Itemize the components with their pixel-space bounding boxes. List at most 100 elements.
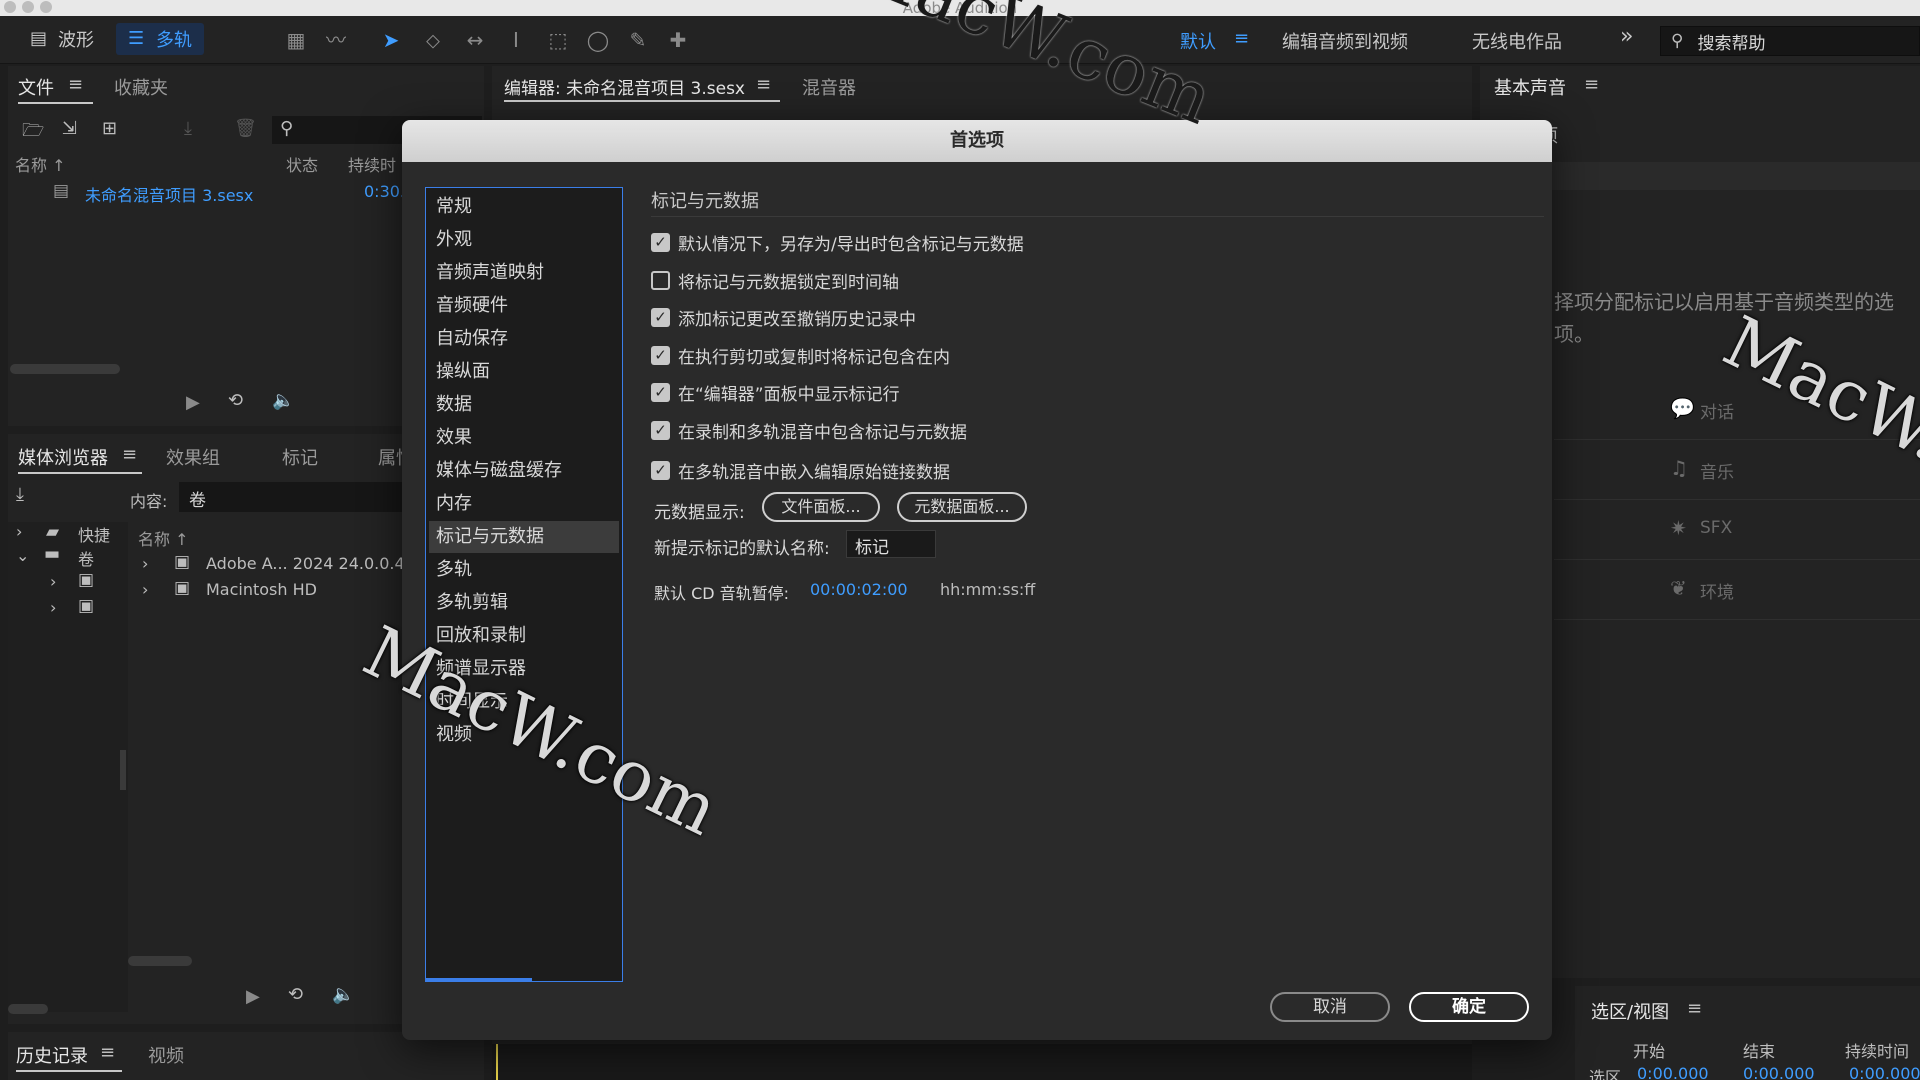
- selection-end-value[interactable]: 0:00.000: [1743, 1064, 1815, 1080]
- selection-duration-value[interactable]: 0:00.000: [1849, 1064, 1920, 1080]
- move-tool-icon[interactable]: ➤: [378, 28, 404, 52]
- category-item[interactable]: 内存: [429, 488, 619, 520]
- lasso-tool-icon[interactable]: ◯: [585, 28, 611, 52]
- minimize-window-icon[interactable]: [22, 1, 34, 13]
- tab-editor[interactable]: 编辑器: 未命名混音项目 3.sesx: [504, 74, 745, 99]
- spectral-pitch-icon[interactable]: 〰: [323, 28, 349, 52]
- media-name-column-header[interactable]: 名称 ↑: [138, 526, 189, 550]
- checkbox-checked-icon[interactable]: ✓: [651, 420, 670, 440]
- category-item[interactable]: 音频硬件: [429, 290, 619, 322]
- category-item[interactable]: 效果: [429, 422, 619, 454]
- tab-history[interactable]: 历史记录: [16, 1042, 88, 1068]
- zoom-window-icon[interactable]: [40, 1, 52, 13]
- tab-mixer[interactable]: 混音器: [802, 74, 856, 100]
- tab-video[interactable]: 视频: [148, 1042, 184, 1068]
- duration-column-header[interactable]: 持续时: [348, 152, 396, 176]
- import-media-icon[interactable]: ⤓: [16, 484, 24, 505]
- tree-item-volumes[interactable]: 卷: [78, 546, 94, 570]
- search-help-input[interactable]: ⚲ 搜索帮助: [1660, 26, 1920, 56]
- brush-tool-icon[interactable]: ✎: [625, 28, 651, 52]
- tab-effects-group[interactable]: 效果组: [166, 444, 220, 470]
- status-column-header[interactable]: 状态: [286, 152, 318, 176]
- preference-option[interactable]: ✓ 在执行剪切或复制时将标记包含在内: [651, 343, 950, 368]
- category-item[interactable]: 自动保存: [429, 323, 619, 355]
- expand-volume-2-icon[interactable]: ›: [50, 598, 56, 617]
- slip-tool-icon[interactable]: ↔: [462, 28, 488, 52]
- preference-option[interactable]: ✓ 添加标记更改至撤销历史记录中: [651, 305, 916, 330]
- media-loop-icon[interactable]: ⟲: [288, 984, 303, 1005]
- preference-option[interactable]: ✓ 默认情况下，另存为/导出时包含标记与元数据: [651, 230, 1024, 255]
- audio-type-sfx[interactable]: ✷ SFX: [1554, 504, 1920, 560]
- category-item[interactable]: 常规: [429, 191, 619, 223]
- preference-option[interactable]: 将标记与元数据锁定到时间轴: [651, 268, 899, 293]
- pane-divider-handle[interactable]: [120, 750, 126, 790]
- media-panel-menu-icon[interactable]: ≡: [122, 444, 137, 465]
- tab-favorites[interactable]: 收藏夹: [114, 74, 168, 100]
- tab-media-browser[interactable]: 媒体浏览器: [18, 444, 108, 470]
- waveform-mode-button[interactable]: ▤ 波形: [18, 23, 106, 55]
- spot-healing-tool-icon[interactable]: ✚: [665, 28, 691, 52]
- import-file-icon[interactable]: ⇲: [62, 118, 77, 139]
- audio-type-music[interactable]: ♫ 音乐: [1554, 444, 1920, 500]
- category-item[interactable]: 标记与元数据: [429, 521, 619, 553]
- preview-volume-icon[interactable]: 🔈: [272, 390, 294, 411]
- more-workspaces-icon[interactable]: »: [1620, 24, 1633, 49]
- tab-files[interactable]: 文件: [18, 74, 54, 100]
- expand-item-icon[interactable]: ›: [142, 580, 148, 599]
- time-selection-tool-icon[interactable]: I: [503, 28, 529, 52]
- marquee-tool-icon[interactable]: ⬚: [545, 28, 571, 52]
- expand-shortcuts-icon[interactable]: ›: [16, 522, 22, 541]
- history-panel-menu-icon[interactable]: ≡: [100, 1042, 115, 1063]
- cd-pause-value[interactable]: 00:00:02:00: [810, 580, 908, 599]
- category-item[interactable]: 外观: [429, 224, 619, 256]
- expand-item-icon[interactable]: ›: [142, 554, 148, 573]
- razor-tool-icon[interactable]: ⬦: [420, 28, 446, 52]
- default-marker-name-input[interactable]: 标记: [846, 530, 936, 558]
- category-item[interactable]: 多轨: [429, 554, 619, 586]
- preview-loop-icon[interactable]: ⟲: [228, 390, 243, 411]
- delete-icon[interactable]: 🗑: [234, 118, 257, 139]
- insert-into-multitrack-icon[interactable]: ⤓: [184, 118, 192, 139]
- name-column-header[interactable]: 名称 ↑: [15, 152, 66, 176]
- checkbox-checked-icon[interactable]: ✓: [651, 345, 670, 365]
- files-horizontal-scrollbar[interactable]: [10, 364, 120, 374]
- files-panel-menu-icon[interactable]: ≡: [68, 74, 83, 95]
- selection-view-menu-icon[interactable]: ≡: [1687, 998, 1702, 1019]
- close-window-icon[interactable]: [4, 1, 16, 13]
- expand-volume-1-icon[interactable]: ›: [50, 572, 56, 591]
- collapse-volumes-icon[interactable]: ⌄: [16, 546, 29, 565]
- category-item[interactable]: 音频声道映射: [429, 257, 619, 289]
- new-file-icon[interactable]: ⊞: [102, 118, 117, 139]
- workspace-radio-production-tab[interactable]: 无线电作品: [1472, 28, 1562, 54]
- audio-type-ambience[interactable]: ❦ 环境: [1554, 564, 1920, 620]
- checkbox-checked-icon[interactable]: ✓: [651, 382, 670, 402]
- metadata-panel-button[interactable]: 元数据面板...: [897, 492, 1027, 522]
- workspace-menu-icon[interactable]: ≡: [1234, 28, 1249, 49]
- checkbox-checked-icon[interactable]: ✓: [651, 307, 670, 327]
- checkbox-checked-icon[interactable]: ✓: [651, 460, 670, 480]
- preference-option[interactable]: ✓ 在多轨混音中嵌入编辑原始链接数据: [651, 458, 950, 483]
- editor-panel-menu-icon[interactable]: ≡: [756, 74, 771, 95]
- spectral-frequency-icon[interactable]: ▦: [283, 28, 309, 52]
- media-volume-icon[interactable]: 🔈: [332, 984, 354, 1005]
- preference-option[interactable]: ✓ 在录制和多轨混音中包含标记与元数据: [651, 418, 967, 443]
- media-play-icon[interactable]: ▶: [246, 986, 260, 1007]
- tab-markers[interactable]: 标记: [282, 444, 318, 470]
- category-item[interactable]: 操纵面: [429, 356, 619, 388]
- checkbox-unchecked-icon[interactable]: [651, 270, 670, 290]
- preference-option[interactable]: ✓ 在“编辑器”面板中显示标记行: [651, 380, 900, 405]
- multitrack-mode-button[interactable]: ☰ 多轨: [116, 23, 204, 55]
- playhead[interactable]: [496, 1044, 498, 1080]
- category-item[interactable]: 多轨剪辑: [429, 587, 619, 619]
- category-item[interactable]: 媒体与磁盘缓存: [429, 455, 619, 487]
- ok-button[interactable]: 确定: [1409, 992, 1529, 1022]
- essential-sound-menu-icon[interactable]: ≡: [1584, 74, 1599, 95]
- preview-play-icon[interactable]: ▶: [186, 392, 200, 413]
- category-item[interactable]: 数据: [429, 389, 619, 421]
- selection-start-value[interactable]: 0:00.000: [1637, 1064, 1709, 1080]
- open-folder-icon[interactable]: 🗁: [22, 118, 44, 148]
- cancel-button[interactable]: 取消: [1270, 992, 1390, 1022]
- workspace-edit-audio-to-video-tab[interactable]: 编辑音频到视频: [1282, 28, 1408, 54]
- tree-horizontal-scrollbar[interactable]: [8, 1004, 48, 1014]
- category-list-scrollbar[interactable]: [426, 978, 532, 981]
